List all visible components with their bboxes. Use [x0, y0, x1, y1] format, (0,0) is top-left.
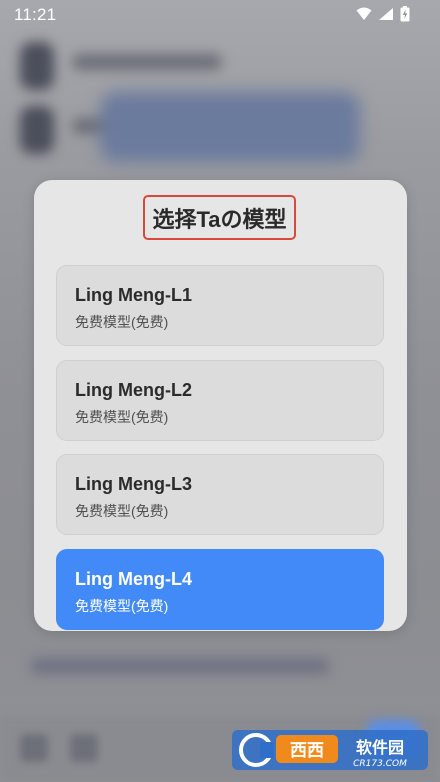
model-option-l4[interactable]: Ling Meng-L4 免费模型(免费) — [56, 549, 384, 630]
model-select-dialog: 选择Taの模型 Ling Meng-L1 免费模型(免费) Ling Meng-… — [34, 180, 407, 631]
svg-text:西西: 西西 — [290, 741, 324, 761]
background-list-row — [20, 36, 420, 96]
model-option-l3[interactable]: Ling Meng-L3 免费模型(免费) — [56, 454, 384, 535]
signal-icon — [378, 7, 394, 21]
svg-text:CR173.COM: CR173.COM — [353, 759, 407, 769]
model-name: Ling Meng-L2 — [75, 380, 192, 400]
dialog-title: 选择Taの模型 — [152, 206, 287, 232]
svg-text:软件园: 软件园 — [356, 738, 404, 757]
status-bar: 11:21 — [0, 0, 440, 30]
background-card — [100, 92, 360, 162]
model-option-l1[interactable]: Ling Meng-L1 免费模型(免费) — [56, 265, 384, 346]
dialog-title-highlight: 选择Taの模型 — [143, 195, 296, 240]
wifi-icon — [356, 7, 372, 21]
status-time: 11:21 — [14, 5, 57, 24]
model-description: 免费模型(免费) — [75, 314, 169, 330]
model-description: 免费模型(免费) — [75, 503, 169, 519]
model-name: Ling Meng-L4 — [75, 569, 192, 589]
model-name: Ling Meng-L1 — [75, 285, 192, 305]
model-description: 免费模型(免费) — [75, 409, 169, 425]
model-option-l2[interactable]: Ling Meng-L2 免费模型(免费) — [56, 360, 384, 441]
watermark-logo: 西西 软件园 CR173.COM — [232, 726, 432, 774]
model-description: 免费模型(免费) — [75, 598, 169, 614]
background-list-row — [20, 640, 420, 700]
status-icons — [356, 6, 410, 22]
model-name: Ling Meng-L3 — [75, 474, 192, 494]
battery-icon — [400, 6, 410, 22]
